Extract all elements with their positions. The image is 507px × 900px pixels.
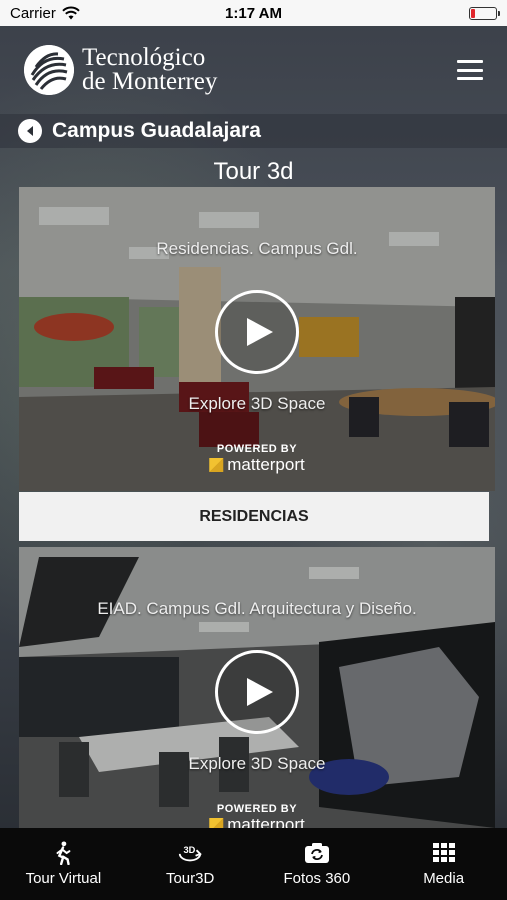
tec-logo[interactable]: Tecnológico de Monterrey: [24, 45, 217, 95]
tour-caption: EIAD. Campus Gdl. Arquitectura y Diseño.: [97, 599, 417, 618]
wifi-icon: [62, 6, 80, 20]
matterport-brand: matterport: [227, 815, 305, 828]
back-arrow-icon[interactable]: [18, 119, 42, 143]
matterport-brand: matterport: [227, 455, 305, 474]
tour-card-eiad[interactable]: EIAD. Campus Gdl. Arquitectura y Diseño.…: [19, 547, 495, 828]
tab-tour-virtual[interactable]: Tour Virtual: [0, 828, 127, 900]
bottom-tab-bar: Tour Virtual 3D Tour3D Fotos 360 Media: [0, 828, 507, 900]
tab-label: Media: [423, 870, 465, 887]
powered-by-label: POWERED BY: [216, 803, 298, 815]
svg-text:3D: 3D: [184, 845, 196, 855]
play-icon: [246, 678, 273, 706]
camera-rotate-icon: [304, 840, 330, 866]
logo-line-2: de Monterrey: [82, 68, 218, 95]
tour-card-residencias[interactable]: Residencias. Campus Gdl. Explore 3D Spac…: [19, 187, 495, 491]
tab-label: Tour3D: [165, 870, 215, 887]
campus-title: Campus Guadalajara: [52, 119, 261, 142]
hamburger-menu-icon[interactable]: [457, 60, 483, 80]
carrier-label: Carrier: [10, 4, 56, 22]
explore-label: Explore 3D Space: [188, 394, 326, 413]
battery-icon: [469, 6, 500, 20]
tab-fotos-360[interactable]: Fotos 360: [254, 828, 381, 900]
status-bar: Carrier 1:17 AM: [0, 0, 507, 26]
play-icon: [246, 318, 273, 346]
explore-label: Explore 3D Space: [188, 754, 326, 773]
tab-tour3d[interactable]: 3D Tour3D: [127, 828, 254, 900]
status-time: 1:17 AM: [225, 4, 282, 22]
3d-rotate-icon: 3D: [177, 840, 203, 866]
powered-by-label: POWERED BY: [216, 443, 298, 455]
campus-bar: Campus Guadalajara: [0, 114, 507, 148]
tour-caption: Residencias. Campus Gdl.: [156, 239, 358, 258]
play-button[interactable]: [215, 650, 299, 734]
walking-person-icon: [50, 840, 76, 866]
logo-line-1: Tecnológico: [82, 44, 206, 71]
matterport-logo: matterport: [209, 455, 305, 475]
grid-icon: [431, 840, 457, 866]
matterport-logo: matterport: [209, 815, 305, 828]
tab-label: Tour Virtual: [25, 870, 102, 887]
matterport-cube-icon: [209, 818, 224, 828]
tec-emblem-icon: [24, 45, 74, 95]
residencias-button[interactable]: RESIDENCIAS: [19, 492, 489, 541]
section-title: Tour 3d: [213, 158, 294, 185]
tab-media[interactable]: Media: [380, 828, 507, 900]
tab-label: Fotos 360: [283, 870, 351, 887]
play-button[interactable]: [215, 290, 299, 374]
app-header: Tecnológico de Monterrey: [0, 26, 507, 114]
matterport-cube-icon: [209, 458, 224, 472]
